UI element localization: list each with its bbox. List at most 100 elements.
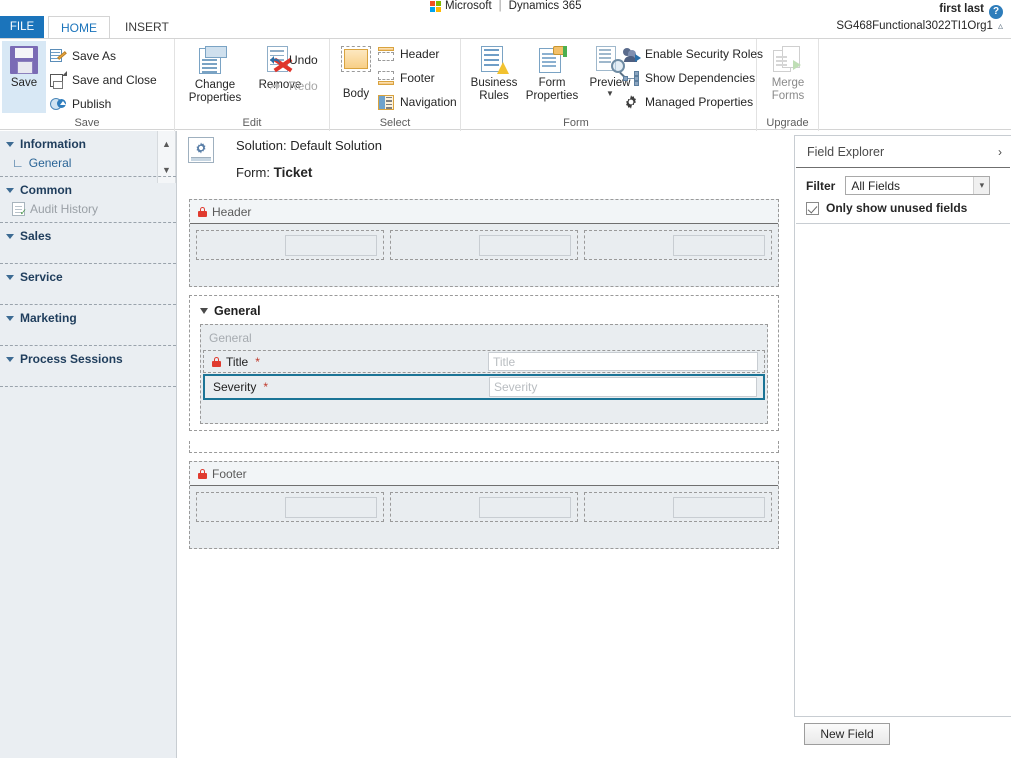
- sidebar-item-audit-history[interactable]: ✓ Audit History: [6, 200, 176, 218]
- nav-section-label: Marketing: [20, 311, 77, 325]
- form-general-section[interactable]: General Title * Title Severity * Severit…: [200, 324, 768, 424]
- nav-section-header-sales[interactable]: Sales: [6, 227, 176, 246]
- redo-arrow-icon: [267, 79, 283, 93]
- form-footer-section[interactable]: Footer: [189, 461, 779, 549]
- tab-home[interactable]: HOME: [48, 16, 110, 39]
- form-footer-column-1[interactable]: [196, 492, 384, 522]
- body-button[interactable]: Body: [334, 41, 378, 113]
- product-name: Dynamics 365: [508, 0, 582, 12]
- change-properties-button[interactable]: Change Properties: [183, 41, 247, 113]
- page-title: Form: Ticket: [236, 165, 312, 180]
- form-field-row-title[interactable]: Title * Title: [203, 350, 765, 373]
- field-explorer-field-list[interactable]: [796, 228, 1011, 716]
- form-general-tab[interactable]: General General Title * Title Severity *…: [189, 295, 779, 431]
- merge-forms-label: Merge Forms: [771, 77, 805, 102]
- field-explorer-title: Field Explorer: [807, 145, 885, 159]
- form-header-column-1[interactable]: [196, 230, 384, 260]
- save-button[interactable]: Save: [2, 41, 46, 113]
- form-header-cell[interactable]: [479, 235, 571, 256]
- nav-section-sales: Sales: [0, 223, 176, 264]
- form-field-row-severity[interactable]: Severity * Severity: [203, 374, 765, 400]
- only-show-unused-fields-checkbox-row[interactable]: Only show unused fields: [795, 195, 1011, 223]
- filter-select[interactable]: All Fields ▾: [845, 176, 991, 195]
- save-button-label: Save: [10, 77, 38, 89]
- form-properties-button[interactable]: Form Properties: [523, 41, 581, 113]
- form-field-label-title: Title *: [212, 355, 488, 369]
- nav-section-service: Service: [0, 264, 176, 305]
- sidebar-item-general[interactable]: ∟ General: [6, 154, 176, 172]
- triangle-down-icon: [6, 315, 14, 321]
- form-name: Ticket: [273, 165, 313, 180]
- ribbon-group-form: Business Rules Form Properties Preview ▼…: [461, 39, 763, 131]
- publish-button[interactable]: Publish: [50, 93, 111, 115]
- only-show-unused-fields-label: Only show unused fields: [826, 201, 968, 215]
- form-canvas-header: Solution: Default Solution Form: Ticket: [177, 131, 789, 193]
- save-as-button[interactable]: Save As: [50, 45, 116, 67]
- triangle-down-icon: [6, 356, 14, 362]
- form-footer-column-3[interactable]: [584, 492, 772, 522]
- lock-icon: [198, 207, 207, 217]
- form-footer-column-2[interactable]: [390, 492, 578, 522]
- form-general-tab-label: General: [214, 304, 261, 318]
- tab-insert[interactable]: INSERT: [113, 16, 181, 38]
- nav-section-header-service[interactable]: Service: [6, 268, 176, 287]
- footer-button[interactable]: Footer: [378, 67, 435, 89]
- merge-forms-button[interactable]: Merge Forms: [759, 41, 817, 113]
- form-footer-section-title: Footer: [190, 462, 778, 486]
- tab-file[interactable]: FILE: [0, 16, 44, 38]
- sidebar-item-label: General: [28, 156, 72, 170]
- nav-section-label: Process Sessions: [20, 352, 123, 366]
- nav-section-header-marketing[interactable]: Marketing: [6, 309, 176, 328]
- change-properties-label: Change Properties: [188, 79, 242, 104]
- form-general-section-label: General: [209, 331, 252, 345]
- required-marker: *: [255, 354, 260, 369]
- triangle-down-icon: [6, 233, 14, 239]
- body-button-label: Body: [342, 88, 370, 100]
- chevron-right-icon[interactable]: ›: [998, 145, 1002, 159]
- triangle-down-icon[interactable]: [200, 308, 208, 314]
- field-control-severity[interactable]: Severity: [489, 377, 757, 397]
- chevron-down-icon[interactable]: ▾: [973, 177, 990, 194]
- form-footer-cell[interactable]: [479, 497, 571, 518]
- form-header-padding: [190, 260, 778, 286]
- merge-forms-icon: [773, 46, 803, 74]
- undo-button[interactable]: Undo: [267, 49, 318, 71]
- footer-region-icon: [378, 71, 394, 85]
- microsoft-branding: Microsoft | Dynamics 365: [430, 0, 582, 12]
- redo-button[interactable]: Redo: [267, 75, 318, 97]
- ribbon: Save Save As Save and Close Publish Save…: [0, 38, 1011, 131]
- gear-icon: [623, 94, 639, 110]
- business-rules-button[interactable]: Business Rules: [465, 41, 523, 113]
- form-header-section[interactable]: Header: [189, 199, 779, 287]
- navigation-button[interactable]: Navigation: [378, 91, 457, 113]
- field-explorer-divider: [796, 223, 1010, 224]
- solution-gear-icon: [188, 137, 214, 163]
- managed-properties-label: Managed Properties: [645, 95, 754, 109]
- managed-properties-button[interactable]: Managed Properties: [623, 91, 753, 113]
- form-footer-cell[interactable]: [673, 497, 765, 518]
- field-control-title[interactable]: Title: [488, 352, 758, 371]
- field-explorer-container: Field Explorer › Filter All Fields ▾ Onl…: [794, 135, 1011, 717]
- ribbon-group-save: Save Save As Save and Close Publish Save: [0, 39, 175, 131]
- enable-security-roles-button[interactable]: Enable Security Roles: [623, 43, 763, 65]
- nav-section-header-information[interactable]: Information: [6, 135, 176, 154]
- nav-section-header-common[interactable]: Common: [6, 181, 176, 200]
- show-dependencies-button[interactable]: Show Dependencies: [623, 67, 755, 89]
- field-label-text: Severity: [213, 380, 257, 394]
- form-general-tab-header[interactable]: General: [190, 296, 778, 324]
- header-button[interactable]: Header: [378, 43, 439, 65]
- new-field-button[interactable]: New Field: [804, 723, 890, 745]
- nav-section-header-process-sessions[interactable]: Process Sessions: [6, 350, 176, 369]
- form-header-cell[interactable]: [285, 235, 377, 256]
- save-and-close-button[interactable]: Save and Close: [50, 69, 157, 91]
- nav-section-empty-area: [6, 287, 176, 300]
- form-field-label-severity: Severity *: [213, 380, 489, 394]
- form-properties-icon: [537, 46, 567, 74]
- chevron-down-icon[interactable]: ▼: [606, 89, 614, 98]
- form-header-column-2[interactable]: [390, 230, 578, 260]
- ribbon-group-select: Body Header Footer Navigation Select: [330, 39, 461, 131]
- form-header-cell[interactable]: [673, 235, 765, 256]
- only-show-unused-fields-checkbox[interactable]: [806, 201, 819, 215]
- form-header-column-3[interactable]: [584, 230, 772, 260]
- form-footer-cell[interactable]: [285, 497, 377, 518]
